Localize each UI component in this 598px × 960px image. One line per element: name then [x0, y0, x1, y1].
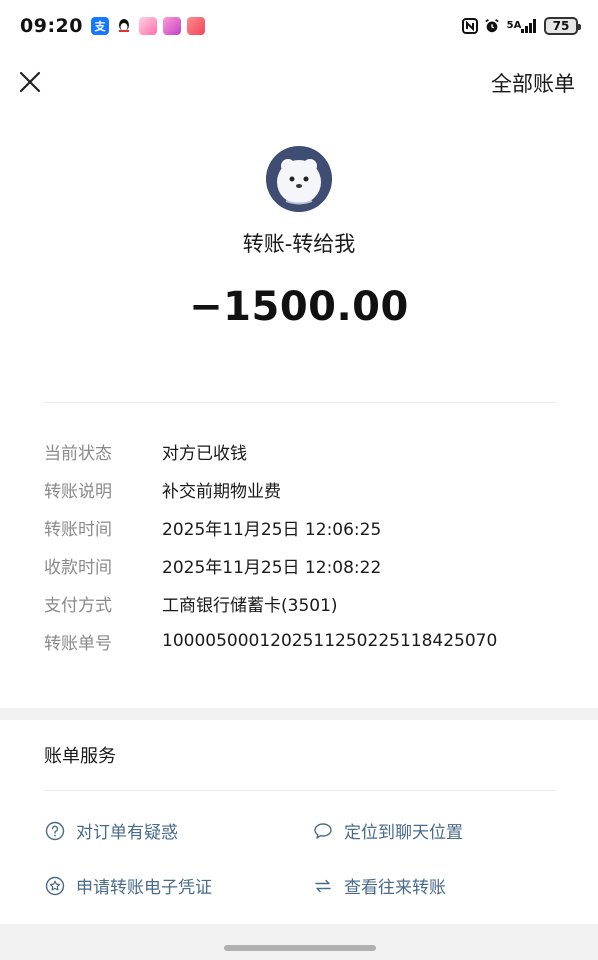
- question-circle-icon: [44, 820, 66, 842]
- signal-text: 5A: [506, 20, 522, 31]
- service-view-transfers[interactable]: 查看往来转账: [312, 873, 446, 898]
- alipay-icon: 支: [90, 17, 109, 35]
- divider: [44, 402, 556, 403]
- nfc-icon: [462, 18, 478, 34]
- detail-label: 收款时间: [44, 557, 112, 578]
- services-title: 账单服务: [44, 746, 116, 767]
- detail-value: 2025年11月25日 12:06:25: [162, 519, 382, 540]
- detail-value: 补交前期物业费: [162, 481, 281, 502]
- detail-label: 转账单号: [44, 633, 112, 654]
- detail-label: 支付方式: [44, 595, 112, 616]
- transaction-amount: −1500.00: [189, 284, 409, 330]
- detail-row-status: 当前状态 对方已收钱: [44, 432, 556, 470]
- avatar: [266, 146, 332, 212]
- detail-label: 转账说明: [44, 481, 112, 502]
- star-circle-icon: [44, 875, 66, 897]
- detail-row-transfer-time: 转账时间 2025年11月25日 12:06:25: [44, 508, 556, 546]
- service-request-voucher[interactable]: 申请转账电子凭证: [44, 873, 212, 898]
- chat-bubble-icon: [312, 820, 334, 842]
- status-app-icons: 支: [90, 17, 205, 35]
- all-bills-link[interactable]: 全部账单: [491, 68, 575, 98]
- status-system-icons: 5A 75: [462, 17, 581, 35]
- status-bar: 09:20 支 5A 75: [0, 0, 598, 52]
- detail-row-note: 转账说明 补交前期物业费: [44, 470, 556, 508]
- detail-row-order-number: 转账单号 100005000120251125022511842507​0: [44, 622, 556, 660]
- service-label: 定位到聊天位置: [344, 823, 463, 843]
- detail-value: 对方已收钱: [162, 443, 247, 464]
- detail-label: 转账时间: [44, 519, 112, 540]
- signal-icon: 5A: [506, 18, 538, 34]
- bottom-bar: [0, 924, 598, 960]
- detail-value[interactable]: 100005000120251125022511842507​0: [162, 631, 497, 651]
- app-icon-pink: [138, 17, 157, 35]
- battery-indicator: 75: [544, 17, 581, 35]
- swap-arrows-icon: [312, 875, 334, 897]
- app-icon-purple: [162, 17, 181, 35]
- transaction-title: 转账-转给我: [242, 232, 356, 256]
- service-label: 申请转账电子凭证: [76, 878, 212, 898]
- alarm-icon: [484, 18, 500, 34]
- transaction-details: 当前状态 对方已收钱 转账说明 补交前期物业费 转账时间 2025年11月25日…: [44, 432, 556, 660]
- detail-value: 2025年11月25日 12:08:22: [162, 557, 382, 578]
- service-label: 查看往来转账: [344, 878, 446, 898]
- status-time: 09:20: [20, 15, 83, 37]
- app-icon-red: [186, 17, 205, 35]
- detail-value: 工商银行储蓄卡(3501): [162, 595, 338, 616]
- nav-bar: 全部账单: [0, 60, 598, 104]
- service-label: 对订单有疑惑: [76, 823, 178, 843]
- divider: [44, 790, 556, 791]
- service-order-question[interactable]: 对订单有疑惑: [44, 818, 178, 843]
- service-locate-chat[interactable]: 定位到聊天位置: [312, 818, 463, 843]
- close-icon[interactable]: [18, 70, 42, 94]
- detail-label: 当前状态: [44, 443, 112, 464]
- section-separator: [0, 708, 598, 720]
- detail-row-receive-time: 收款时间 2025年11月25日 12:08:22: [44, 546, 556, 584]
- detail-row-payment-method: 支付方式 工商银行储蓄卡(3501): [44, 584, 556, 622]
- qq-icon: [114, 17, 133, 35]
- home-indicator[interactable]: [224, 945, 376, 951]
